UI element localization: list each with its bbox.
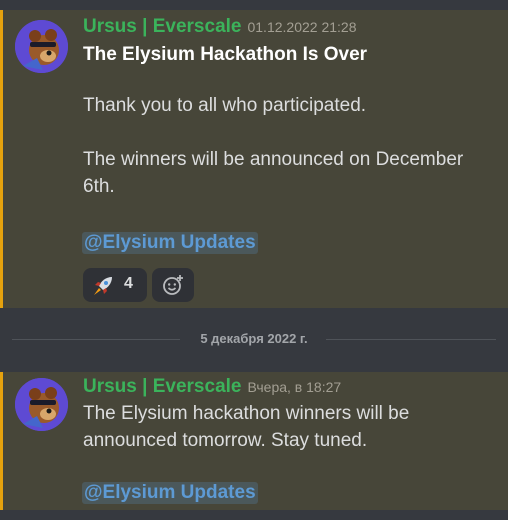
timestamp: 01.12.2022 21:28 <box>247 19 357 35</box>
reaction-count: 4 <box>124 275 133 292</box>
message-text: The winners will be announced on Decembe… <box>83 149 464 197</box>
role-mention[interactable]: @Elysium Updates <box>82 482 258 504</box>
message[interactable]: Ursus | Everscale 01.12.2022 21:28 The El… <box>0 10 508 308</box>
author-name[interactable]: Ursus | Everscale <box>83 376 241 397</box>
rocket-emoji-icon <box>94 277 112 295</box>
bear-avatar-icon <box>15 20 68 73</box>
message-text: Thank you to all who participated. <box>83 95 367 116</box>
message-title: The Elysium Hackathon Is Over <box>83 44 368 65</box>
message[interactable]: Ursus | Everscale Вчера, в 18:27 The Elys… <box>0 372 508 510</box>
bear-avatar-icon <box>15 378 68 431</box>
date-divider-label: 5 декабря 2022 г. <box>200 331 308 346</box>
role-mention[interactable]: @Elysium Updates <box>82 232 258 254</box>
author-name[interactable]: Ursus | Everscale <box>83 16 241 37</box>
add-reaction-icon <box>163 275 183 295</box>
add-reaction-button[interactable] <box>152 268 194 302</box>
timestamp: Вчера, в 18:27 <box>247 379 342 395</box>
reaction-rocket[interactable]: 4 <box>83 268 147 302</box>
message-header: Ursus | Everscale Вчера, в 18:27 <box>83 376 341 398</box>
avatar[interactable] <box>15 20 68 73</box>
message-text: The Elysium hackathon winners will be an… <box>83 403 410 451</box>
avatar[interactable] <box>15 378 68 431</box>
message-header: Ursus | Everscale 01.12.2022 21:28 <box>83 16 356 38</box>
